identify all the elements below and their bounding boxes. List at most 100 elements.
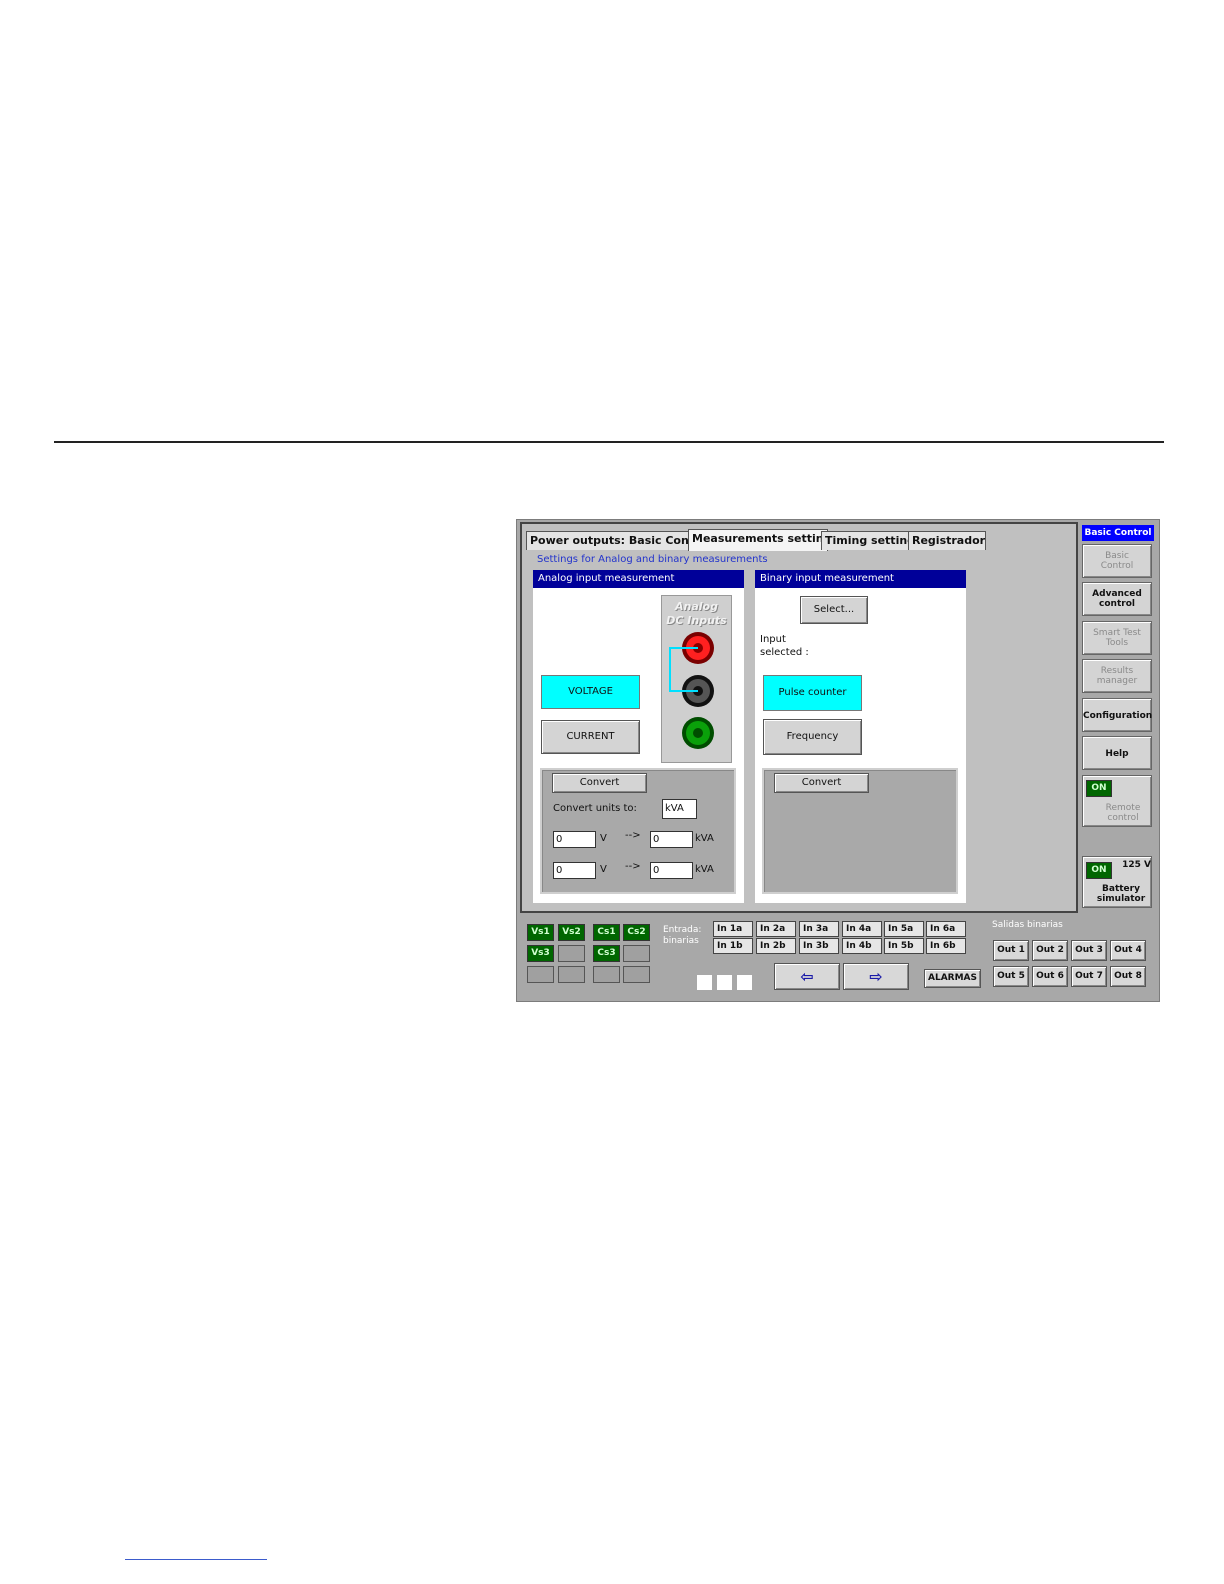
binary-input-3a[interactable]: In 3a [799, 921, 839, 937]
row2-input-unit: V [600, 864, 607, 875]
terminal-jacks-icon [669, 632, 714, 749]
remote-control-label-2: control [1107, 813, 1139, 823]
status-square [697, 975, 712, 990]
row2-output-value[interactable]: 0 [650, 862, 693, 879]
voltage-button[interactable]: VOLTAGE [541, 675, 640, 709]
binary-input-1a[interactable]: In 1a [713, 921, 753, 937]
current-button[interactable]: CURRENT [541, 720, 640, 754]
sidebar-item-label-2: Control [1100, 561, 1134, 571]
row2-output-unit: kVA [695, 864, 714, 875]
binary-output-5[interactable]: Out 5 [993, 966, 1029, 987]
row1-output-value[interactable]: 0 [650, 831, 693, 848]
binary-convert-button[interactable]: Convert [774, 773, 869, 793]
remote-control-button[interactable]: ON Remote control [1082, 775, 1152, 827]
empty-indicator [623, 945, 650, 962]
sidebar-item-help[interactable]: Help [1082, 736, 1152, 770]
sidebar-item-label: Smart Test [1093, 628, 1141, 638]
cs3-indicator: Cs3 [593, 945, 620, 962]
row1-input-value[interactable]: 0 [553, 831, 596, 848]
sidebar-item-configuration[interactable]: Configuration [1082, 698, 1152, 732]
binary-input-2a[interactable]: In 2a [756, 921, 796, 937]
binary-output-2[interactable]: Out 2 [1032, 940, 1068, 961]
application-window: Power outputs: Basic Control Measurement… [516, 519, 1160, 1002]
binary-input-5b[interactable]: In 5b [884, 938, 924, 954]
binary-input-3b[interactable]: In 3b [799, 938, 839, 954]
binary-input-1b[interactable]: In 1b [713, 938, 753, 954]
row1-arrow: --> [625, 830, 641, 841]
binary-output-8[interactable]: Out 8 [1110, 966, 1146, 987]
binary-input-4b[interactable]: In 4b [842, 938, 882, 954]
empty-indicator [527, 966, 554, 983]
salidas-binarias-label: Salidas binarias [992, 920, 1063, 930]
tab-timing-settings[interactable]: Timing settings [821, 531, 922, 550]
page-subtitle: Settings for Analog and binary measureme… [537, 554, 768, 565]
binary-output-4[interactable]: Out 4 [1110, 940, 1146, 961]
select-input-button[interactable]: Select... [800, 596, 868, 624]
sidebar-item-label: Help [1105, 749, 1129, 759]
analog-header: Analog input measurement [533, 570, 744, 588]
binary-input-4a[interactable]: In 4a [842, 921, 882, 937]
row1-output-unit: kVA [695, 833, 714, 844]
convert-units-field[interactable]: kVA [662, 799, 697, 819]
analog-convert-button[interactable]: Convert [552, 773, 647, 793]
sidebar-item-basic-control[interactable]: Basic Control [1082, 544, 1152, 578]
tab-measurements-settings[interactable]: Measurements settings [688, 529, 838, 551]
battery-voltage: 125 V [1122, 860, 1151, 870]
pulse-counter-button[interactable]: Pulse counter [763, 675, 862, 711]
binary-header: Binary input measurement [755, 570, 966, 588]
analog-dc-inputs-panel: Analog DC Inputs [661, 595, 732, 763]
binary-output-1[interactable]: Out 1 [993, 940, 1029, 961]
battery-simulator-on-indicator: ON [1086, 862, 1112, 879]
row2-arrow: --> [625, 861, 641, 872]
sidebar-item-results-manager[interactable]: Results manager [1082, 659, 1152, 693]
empty-indicator [558, 945, 585, 962]
sidebar: Basic Control Basic Control Advanced con… [1082, 525, 1155, 913]
footer-link-underline[interactable] [125, 1559, 267, 1560]
sidebar-item-label: Advanced [1092, 589, 1142, 599]
status-square [717, 975, 732, 990]
forward-arrow-button[interactable]: ⇨ [843, 963, 909, 990]
analog-group: Analog input measurement Analog DC Input… [533, 570, 744, 903]
battery-simulator-label-2: simulator [1096, 894, 1146, 904]
analog-panel-title: Analog [675, 600, 718, 613]
tab-power-outputs[interactable]: Power outputs: Basic Control [526, 531, 711, 550]
alarmas-button[interactable]: ALARMAS [924, 969, 981, 988]
row1-input-unit: V [600, 833, 607, 844]
entradas-label-2: binarias [663, 936, 699, 946]
convert-units-label: Convert units to: [553, 803, 637, 814]
binary-group: Binary input measurement Select... Input… [755, 570, 966, 903]
binary-input-5a[interactable]: In 5a [884, 921, 924, 937]
back-arrow-icon: ⇦ [800, 967, 814, 986]
binary-output-6[interactable]: Out 6 [1032, 966, 1068, 987]
remote-control-on-indicator: ON [1086, 780, 1112, 797]
cs1-indicator: Cs1 [593, 924, 620, 941]
binary-input-6a[interactable]: In 6a [926, 921, 966, 937]
vs3-indicator: Vs3 [527, 945, 554, 962]
status-square [737, 975, 752, 990]
binary-output-7[interactable]: Out 7 [1071, 966, 1107, 987]
binary-output-3[interactable]: Out 3 [1071, 940, 1107, 961]
battery-simulator-button[interactable]: ON 125 V Battery simulator [1082, 856, 1152, 908]
sidebar-item-label: Results [1100, 666, 1134, 676]
binary-input-6b[interactable]: In 6b [926, 938, 966, 954]
tab-registrador[interactable]: Registrador [908, 531, 986, 550]
main-panel: Power outputs: Basic Control Measurement… [520, 522, 1078, 913]
cs2-indicator: Cs2 [623, 924, 650, 941]
row2-input-value[interactable]: 0 [553, 862, 596, 879]
frequency-button[interactable]: Frequency [763, 719, 862, 755]
sidebar-item-advanced-control[interactable]: Advanced control [1082, 582, 1152, 616]
entradas-label: Entrada: [663, 925, 702, 935]
vs2-indicator: Vs2 [558, 924, 585, 941]
sidebar-item-label-2: Tools [1105, 638, 1129, 648]
empty-indicator [623, 966, 650, 983]
tab-bar: Power outputs: Basic Control Measurement… [526, 529, 1074, 551]
vs1-indicator: Vs1 [527, 924, 554, 941]
sidebar-item-label-2: control [1099, 599, 1135, 609]
remote-control-label: Remote [1105, 803, 1141, 813]
back-arrow-button[interactable]: ⇦ [774, 963, 840, 990]
input-selected-label-2: selected : [760, 647, 809, 658]
bottom-bar: Vs1 Vs2 Vs3 Cs1 Cs2 Cs3 Entrada: binaria… [517, 917, 1159, 1001]
empty-indicator [593, 966, 620, 983]
binary-input-2b[interactable]: In 2b [756, 938, 796, 954]
sidebar-item-smart-test-tools[interactable]: Smart Test Tools [1082, 621, 1152, 655]
